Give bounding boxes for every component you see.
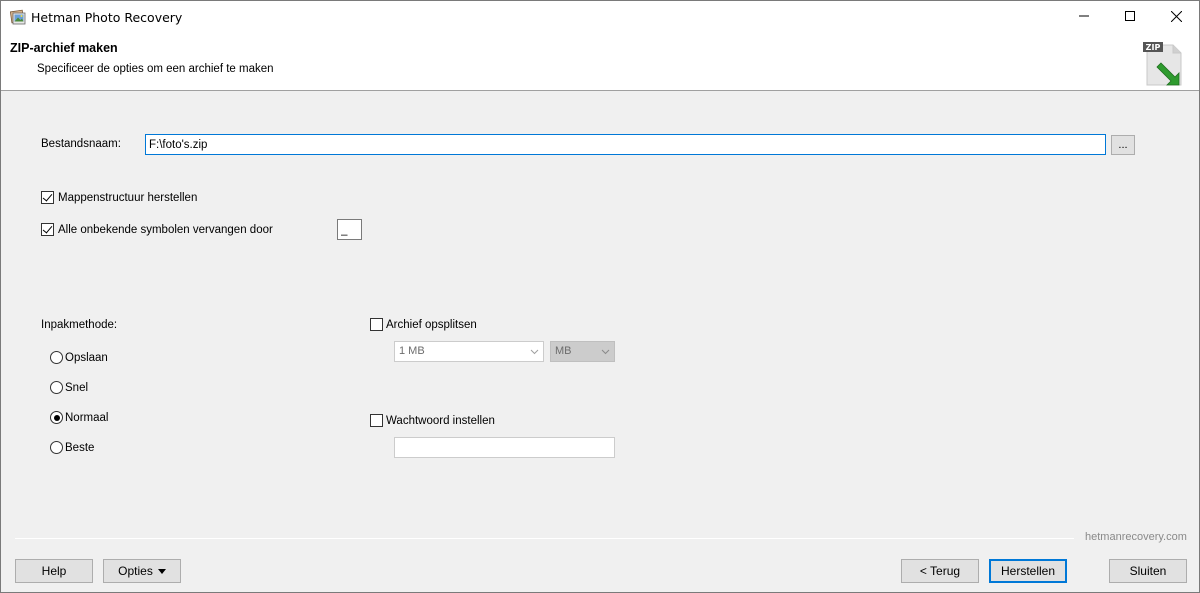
- dialog-window: Hetman Photo Recovery ZIP-archief maken …: [0, 0, 1200, 593]
- radio-fast-label: Snel: [65, 382, 89, 394]
- back-button-label: < Terug: [919, 564, 961, 578]
- radio-best-label: Beste: [65, 442, 95, 454]
- help-button-label: Help: [41, 564, 67, 578]
- radio-fast[interactable]: [50, 381, 63, 394]
- chevron-down-icon: [601, 349, 610, 355]
- svg-text:ZIP: ZIP: [1146, 43, 1161, 52]
- close-button-label: Sluiten: [1129, 564, 1167, 578]
- restore-folders-checkbox[interactable]: [41, 191, 54, 204]
- footer-separator: [15, 538, 1074, 539]
- restore-folders-label: Mappenstructuur herstellen: [58, 192, 198, 204]
- app-photo-icon: [9, 9, 26, 25]
- options-button[interactable]: Opties: [103, 559, 181, 583]
- options-button-label: Opties: [118, 564, 153, 578]
- split-unit-value: MB: [555, 345, 572, 357]
- wizard-header: ZIP-archief maken Specificeer de opties …: [1, 33, 1199, 91]
- split-unit-select[interactable]: MB: [550, 341, 615, 362]
- close-button[interactable]: Sluiten: [1109, 559, 1187, 583]
- minimize-button[interactable]: [1061, 1, 1107, 31]
- close-icon: [1170, 10, 1182, 22]
- pack-method-label: Inpakmethode:: [41, 319, 118, 331]
- radio-store-label: Opslaan: [65, 352, 108, 364]
- split-size-value: 1 MB: [399, 345, 425, 357]
- window-title: Hetman Photo Recovery: [31, 10, 183, 25]
- replace-symbol-input[interactable]: [337, 219, 362, 240]
- back-button[interactable]: < Terug: [901, 559, 979, 583]
- caret-down-icon: [157, 568, 166, 574]
- radio-best[interactable]: [50, 441, 63, 454]
- page-title: ZIP-archief maken: [10, 41, 118, 55]
- radio-store[interactable]: [50, 351, 63, 364]
- set-password-label: Wachtwoord instellen: [386, 415, 495, 427]
- browse-button[interactable]: ...: [1111, 135, 1135, 155]
- brand-link[interactable]: hetmanrecovery.com: [1085, 531, 1187, 543]
- title-bar: Hetman Photo Recovery: [1, 1, 1199, 33]
- set-password-checkbox[interactable]: [370, 414, 383, 427]
- split-archive-checkbox[interactable]: [370, 318, 383, 331]
- filename-input[interactable]: [145, 134, 1106, 155]
- restore-button[interactable]: Herstellen: [989, 559, 1067, 583]
- split-size-select[interactable]: 1 MB: [394, 341, 544, 362]
- close-window-button[interactable]: [1153, 1, 1199, 31]
- replace-symbols-checkbox[interactable]: [41, 223, 54, 236]
- replace-symbols-label: Alle onbekende symbolen vervangen door: [58, 224, 273, 236]
- password-input[interactable]: [394, 437, 615, 458]
- minimize-icon: [1079, 15, 1089, 17]
- split-archive-label: Archief opsplitsen: [386, 319, 477, 331]
- restore-button-label: Herstellen: [1000, 564, 1056, 578]
- maximize-button[interactable]: [1107, 1, 1153, 31]
- filename-label: Bestandsnaam:: [41, 138, 121, 150]
- help-button[interactable]: Help: [15, 559, 93, 583]
- radio-normal-label: Normaal: [65, 412, 109, 424]
- chevron-down-icon: [530, 349, 539, 355]
- zip-archive-icon: ZIP: [1139, 39, 1189, 89]
- maximize-icon: [1125, 11, 1135, 21]
- page-subtitle: Specificeer de opties om een archief te …: [37, 63, 274, 75]
- radio-normal[interactable]: [50, 411, 63, 424]
